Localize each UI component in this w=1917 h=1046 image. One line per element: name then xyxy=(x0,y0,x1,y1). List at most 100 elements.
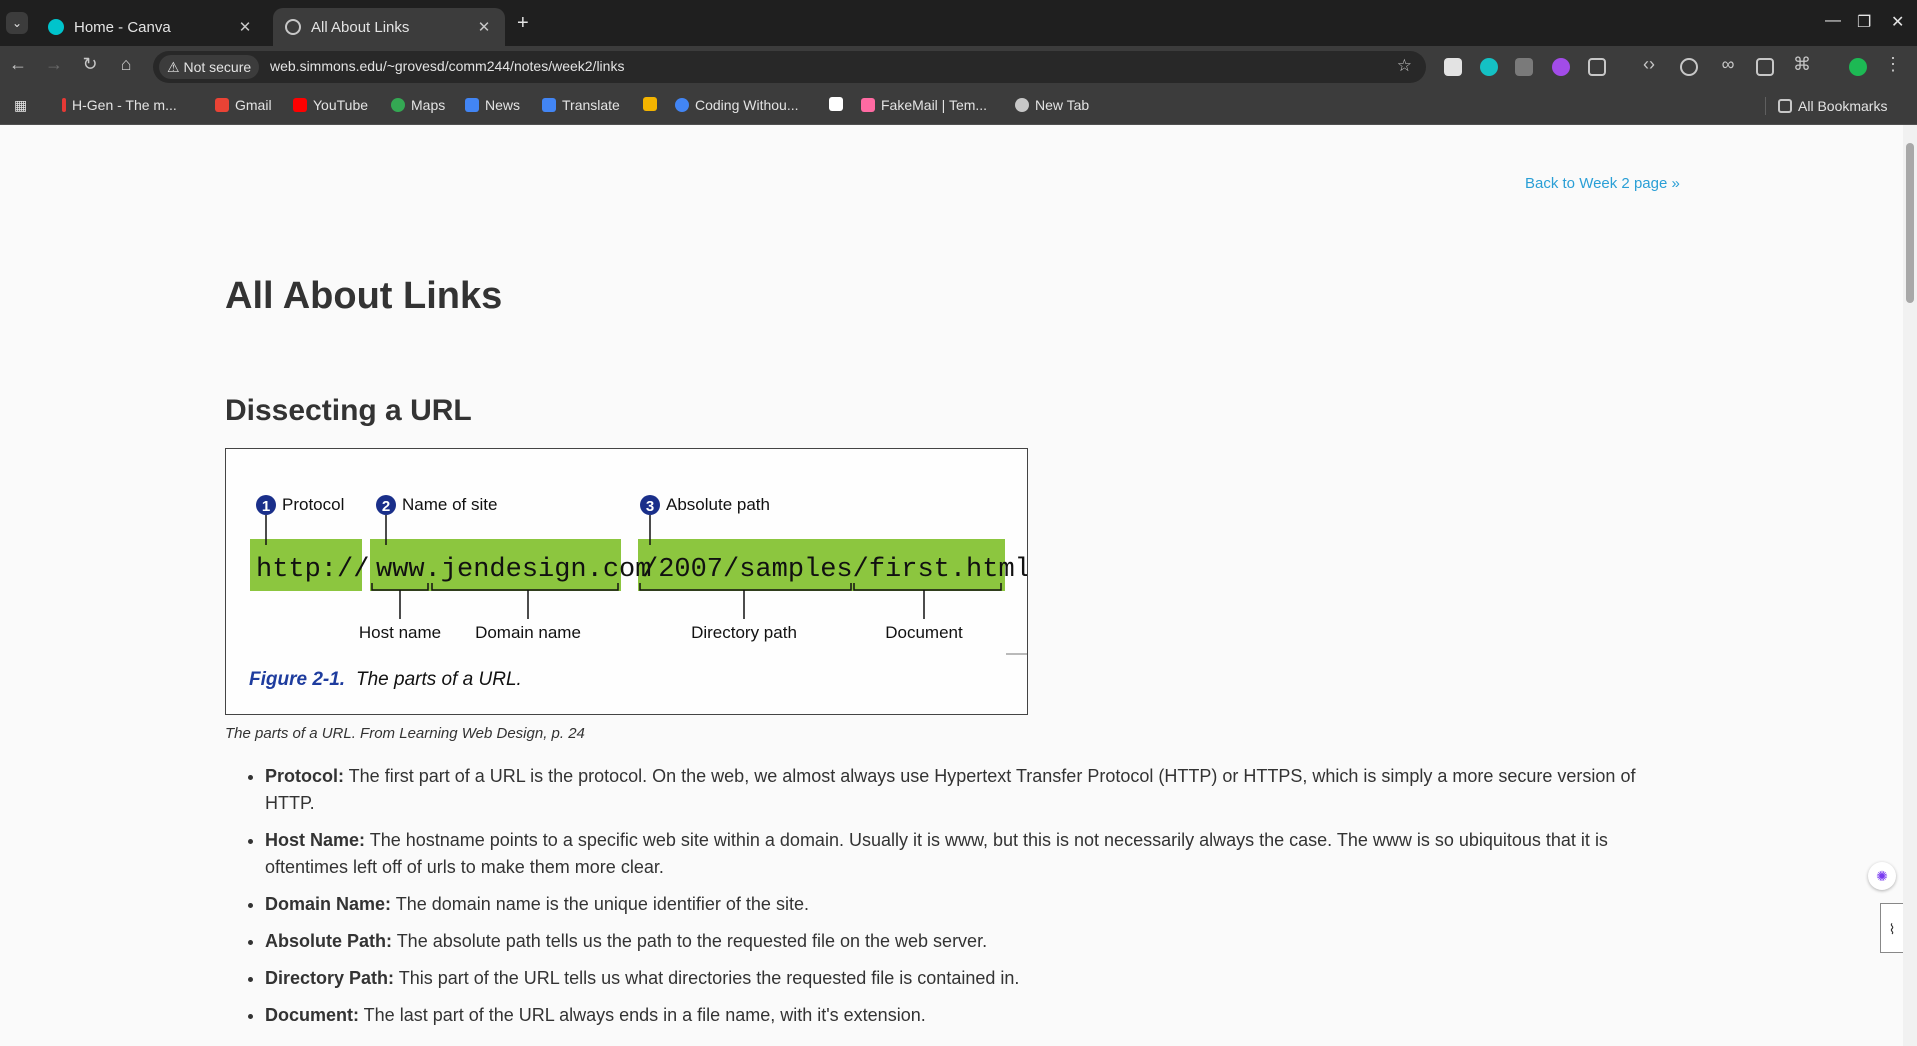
tab-title: All About Links xyxy=(311,18,410,36)
close-tab-icon[interactable]: ✕ xyxy=(236,18,254,36)
folder-extension-icon[interactable] xyxy=(1515,58,1533,76)
definition: The domain name is the unique identifier… xyxy=(391,894,809,914)
figure-caption-inline: The parts of a URL. xyxy=(356,669,522,690)
profile-avatar[interactable] xyxy=(1849,58,1867,76)
list-item: Absolute Path: The absolute path tells u… xyxy=(265,928,1675,955)
browser-chrome: ⌄ Home - Canva ✕ All About Links ✕ + — ❐… xyxy=(0,0,1917,125)
bookmark-label: Maps xyxy=(411,97,446,113)
address-bar[interactable]: ⚠ Not secure web.simmons.edu/~grovesd/co… xyxy=(153,51,1426,83)
tab-search-chevron-icon[interactable]: ⌄ xyxy=(6,12,28,34)
definition: The hostname points to a specific web si… xyxy=(265,830,1608,877)
bookmark-translate[interactable]: Translate xyxy=(542,97,620,113)
key-icon[interactable] xyxy=(1680,58,1698,76)
scrollbar-thumb[interactable] xyxy=(1906,143,1914,303)
term: Directory Path: xyxy=(265,968,395,988)
label-host-name: Host name xyxy=(359,623,441,642)
reload-icon[interactable]: ↻ xyxy=(78,54,102,75)
vertical-scrollbar[interactable] xyxy=(1903,125,1917,1046)
list-item: Document: The last part of the URL alway… xyxy=(265,1002,1675,1029)
back-arrow-icon[interactable]: ← xyxy=(6,54,30,75)
marker-2-number: 2 xyxy=(382,498,390,515)
bookmark-label: H-Gen - The m... xyxy=(72,97,177,113)
label-protocol: Protocol xyxy=(282,495,344,514)
url-part-protocol: http:// xyxy=(256,555,369,585)
toolbar-extension-icon[interactable]: ⌘ xyxy=(1790,54,1814,75)
home-icon[interactable]: ⌂ xyxy=(114,54,138,75)
brain-floating-icon[interactable]: ✺ xyxy=(1868,862,1896,890)
h-gen-side-tab-icon[interactable]: ⌇ xyxy=(1880,903,1903,953)
brain-extension-icon[interactable] xyxy=(1552,58,1570,76)
all-bookmarks-folder[interactable]: All Bookmarks xyxy=(1765,97,1887,115)
term: Protocol: xyxy=(265,766,344,786)
list-item: Protocol: The first part of a URL is the… xyxy=(265,763,1675,817)
bookmark-doc[interactable] xyxy=(829,97,849,111)
back-to-week-link[interactable]: Back to Week 2 page » xyxy=(1525,175,1680,192)
sidepanel-icon[interactable] xyxy=(1756,58,1774,76)
minimize-icon[interactable]: — xyxy=(1825,12,1841,30)
bookmark-coding[interactable]: Coding Withou... xyxy=(675,97,799,113)
coding-icon xyxy=(675,98,689,112)
new-tab-plus-icon[interactable]: + xyxy=(517,12,529,35)
url-part-site: www.jendesign.com xyxy=(376,555,651,585)
figure-caption: The parts of a URL. From Learning Web De… xyxy=(225,725,585,742)
puzzle-extensions-icon[interactable] xyxy=(1588,58,1606,76)
definition-list: Protocol: The first part of a URL is the… xyxy=(265,763,1675,1039)
security-chip[interactable]: ⚠ Not secure xyxy=(159,55,260,79)
marker-1-number: 1 xyxy=(262,498,270,515)
url-text[interactable]: web.simmons.edu/~grovesd/comm244/notes/w… xyxy=(270,58,624,74)
term: Absolute Path: xyxy=(265,931,393,951)
forward-arrow-icon[interactable]: → xyxy=(42,54,66,75)
bookmark-extension[interactable] xyxy=(643,97,663,111)
menu-kebab-icon[interactable]: ⋮ xyxy=(1881,54,1905,75)
extension-bookmark-icon xyxy=(643,97,657,111)
maps-icon xyxy=(391,98,405,112)
bookmark-label: News xyxy=(485,97,521,113)
browser-toolbar: ← → ↻ ⌂ ⚠ Not secure web.simmons.edu/~gr… xyxy=(0,46,1917,88)
bookmark-news[interactable]: News xyxy=(465,97,520,113)
figure-number: Figure 2-1. xyxy=(249,669,345,690)
window-close-icon[interactable]: ✕ xyxy=(1891,12,1904,32)
tab-canva[interactable]: Home - Canva ✕ xyxy=(36,8,266,46)
bookmark-label: FakeMail | Tem... xyxy=(881,97,988,113)
definition: This part of the URL tells us what direc… xyxy=(394,968,1020,988)
link-icon[interactable]: ∞ xyxy=(1716,54,1740,75)
marker-3-number: 3 xyxy=(646,498,654,515)
restore-icon[interactable]: ❐ xyxy=(1857,12,1871,32)
bookmark-h-gen[interactable]: H-Gen - The m... xyxy=(62,97,177,113)
definition: The first part of a URL is the protocol.… xyxy=(265,766,1636,813)
bookmark-fakemail[interactable]: FakeMail | Tem... xyxy=(861,97,987,113)
warning-icon: ⚠ xyxy=(167,59,180,75)
canva-icon xyxy=(48,19,64,35)
bookmark-new-tab[interactable]: New Tab xyxy=(1015,97,1089,113)
bookmarks-bar: ▦ H-Gen - The m... Gmail YouTube Maps Ne… xyxy=(0,88,1917,125)
globe-icon xyxy=(285,19,301,35)
code-icon[interactable]: ‹› xyxy=(1637,54,1661,75)
security-label: Not secure xyxy=(183,59,252,75)
section-title: Dissecting a URL xyxy=(225,394,472,427)
bookmark-gmail[interactable]: Gmail xyxy=(215,97,272,113)
label-absolute-path: Absolute path xyxy=(666,495,770,514)
tab-all-about-links[interactable]: All About Links ✕ xyxy=(273,8,505,46)
folder-icon xyxy=(1778,99,1792,113)
teal-extension-icon[interactable] xyxy=(1480,58,1498,76)
youtube-icon xyxy=(293,98,307,112)
h-gen-extension-icon[interactable] xyxy=(1444,58,1462,76)
bookmark-star-icon[interactable]: ☆ xyxy=(1397,56,1412,76)
new-tab-icon xyxy=(1015,98,1029,112)
close-tab-icon[interactable]: ✕ xyxy=(475,18,493,36)
bookmark-label: Translate xyxy=(562,97,620,113)
bookmark-maps[interactable]: Maps xyxy=(391,97,445,113)
gmail-icon xyxy=(215,98,229,112)
tab-title: Home - Canva xyxy=(74,18,171,36)
bookmark-youtube[interactable]: YouTube xyxy=(293,97,368,113)
label-directory-path: Directory path xyxy=(691,623,797,642)
fakemail-icon xyxy=(861,98,875,112)
bookmark-label: Gmail xyxy=(235,97,272,113)
h-gen-icon xyxy=(62,98,66,112)
bookmark-label: YouTube xyxy=(313,97,369,113)
url-part-path: /2007/samples/first.html xyxy=(642,555,1027,585)
apps-grid-icon[interactable]: ▦ xyxy=(14,97,27,114)
all-bookmarks-label: All Bookmarks xyxy=(1798,98,1888,114)
label-name-of-site: Name of site xyxy=(402,495,497,514)
tab-strip: ⌄ Home - Canva ✕ All About Links ✕ + — ❐… xyxy=(0,0,1917,46)
